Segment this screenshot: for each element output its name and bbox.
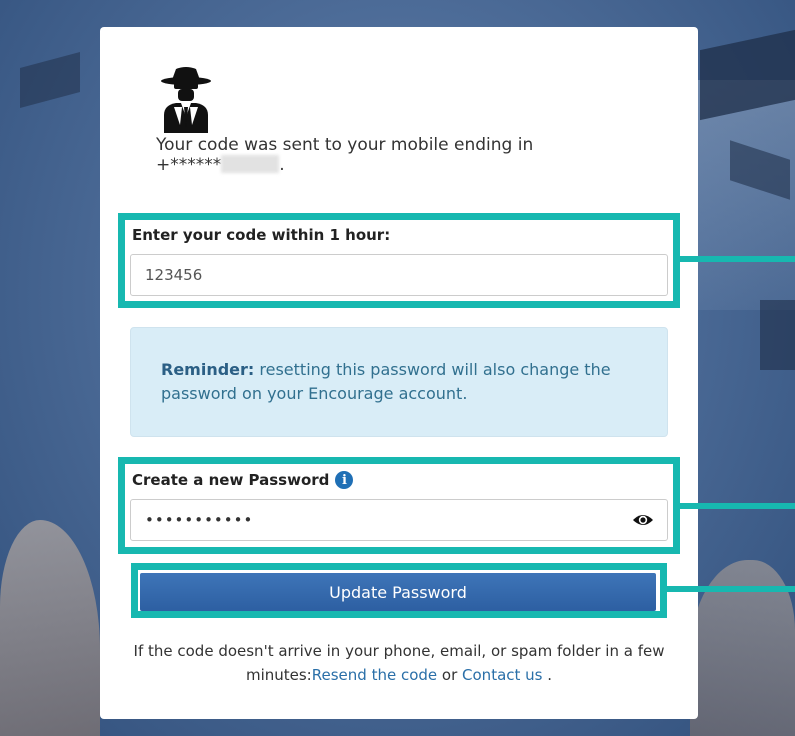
reminder-alert: Reminder: resetting this password will a… <box>130 327 668 437</box>
help-footer: If the code doesn't arrive in your phone… <box>124 639 674 687</box>
spy-icon <box>161 67 211 133</box>
password-highlight-pointer <box>680 503 795 509</box>
background-graduation-cap <box>20 51 80 109</box>
update-password-button[interactable]: Update Password <box>140 573 656 611</box>
code-sent-message: Your code was sent to your mobile ending… <box>156 135 596 175</box>
footer-end: . <box>542 666 553 684</box>
masked-phone: +****** <box>156 155 222 175</box>
reminder-title: Reminder: <box>161 360 255 379</box>
info-icon[interactable]: i <box>335 471 354 489</box>
code-highlight-pointer <box>680 256 795 262</box>
background-raised-hand <box>0 520 100 736</box>
code-field-label: Enter your code within 1 hour: <box>132 226 391 244</box>
reset-password-card: Your code was sent to your mobile ending… <box>100 27 698 719</box>
resend-code-link[interactable]: Resend the code <box>312 666 437 684</box>
footer-or: or <box>437 666 463 684</box>
eye-icon[interactable] <box>632 511 654 529</box>
background-graduation-cap <box>760 300 795 370</box>
code-sent-text: Your code was sent to your mobile ending… <box>156 135 534 155</box>
password-field <box>130 499 668 541</box>
password-input[interactable] <box>130 499 668 541</box>
password-field-label: Create a new Password i <box>132 471 354 489</box>
button-highlight-pointer <box>667 586 795 592</box>
redacted-digits <box>221 155 280 173</box>
contact-us-link[interactable]: Contact us <box>462 666 542 684</box>
code-input[interactable] <box>130 254 668 296</box>
password-label-text: Create a new Password <box>132 471 330 489</box>
masked-phone-end: . <box>279 155 285 175</box>
